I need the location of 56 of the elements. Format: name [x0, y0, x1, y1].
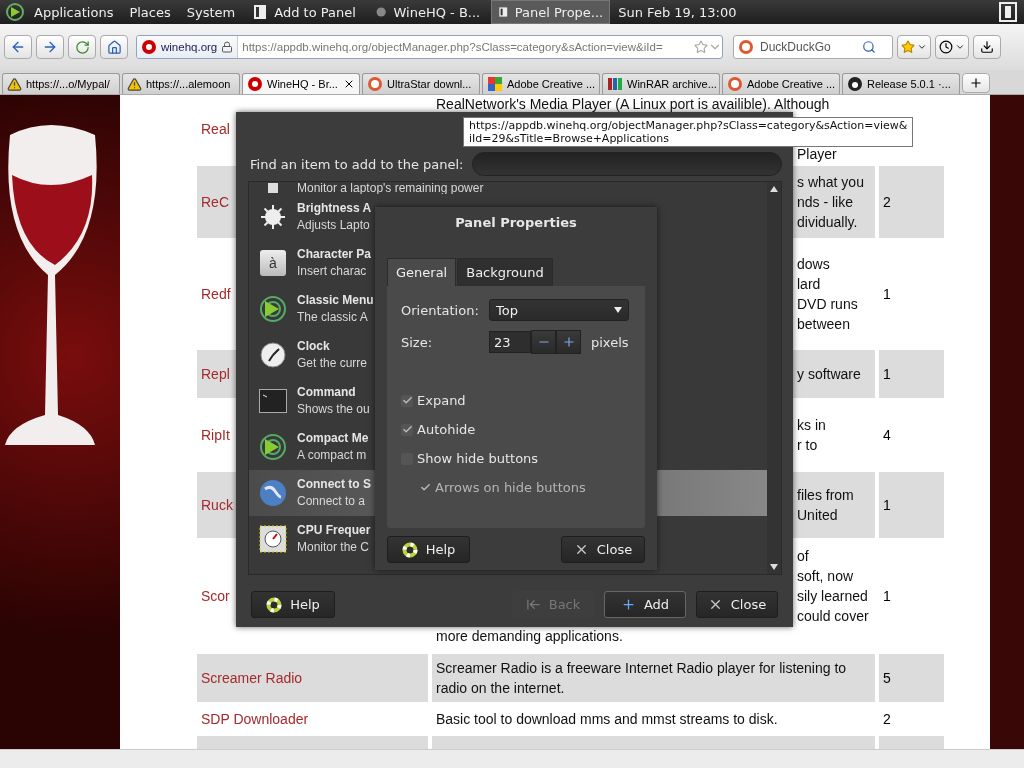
count-text: 4 [883, 427, 891, 443]
description-text: dows [797, 255, 830, 274]
description-text: s what you [797, 173, 864, 192]
description-text: dividually. [797, 213, 858, 232]
description-text: Basic tool to download mms and mmst streams to disk. [436, 710, 778, 729]
item-description: Adjusts Lapto [297, 217, 370, 234]
item-description: Get the curre [297, 355, 368, 372]
description-text: United [797, 506, 838, 525]
item-description: A compact m [297, 447, 367, 464]
description-text: sily learned [797, 587, 868, 606]
description-text: ks in [797, 416, 826, 435]
description-text: lard [797, 275, 821, 294]
description-text: DVD runs [797, 295, 858, 314]
count-text: 1 [883, 286, 891, 302]
description-text: RealNetwork's Media Player (A Linux port is availible). Although [436, 95, 830, 114]
item-name: Command [297, 384, 356, 401]
item-description: The classic A [297, 309, 368, 326]
window-title: Panel Properties [454, 214, 578, 232]
description-text: of [797, 547, 809, 566]
item-name: Classic Menu [297, 292, 374, 309]
key-icon: à [260, 250, 286, 276]
description-text: y software [797, 365, 861, 384]
item-description: Shows the ou [297, 401, 370, 418]
orientation-label: Orientation: [401, 302, 480, 318]
url-tooltip: https://appdb.winehq.org/objectManager.php?sClass=category&sAction=view& iId=29&sTitle=Browse+Applications [463, 117, 914, 147]
item-name: Clock [297, 338, 330, 355]
item-description: Monitor the C [297, 539, 370, 556]
count-text: 1 [883, 497, 891, 513]
item-name: CPU Frequer [297, 522, 371, 539]
find-label: Find an item to add to the panel: [250, 156, 464, 172]
description-text: soft, now [797, 567, 854, 586]
count-text: 2 [883, 194, 891, 210]
item-name: Connect to S [297, 476, 371, 493]
item-name: Brightness A [297, 200, 372, 217]
item-name: Compact Me [297, 430, 369, 447]
description-text: could cover [797, 607, 869, 626]
size-label: Size: [401, 334, 434, 350]
description-text: Player [797, 145, 837, 164]
description-text: files from [797, 486, 854, 505]
unit-label: pixels [591, 334, 629, 350]
count-text: 2 [883, 711, 891, 727]
url-text: https://appdb.winehq.org/objectManager.php?sClass=category&sAction=view&iId= [241, 41, 663, 53]
site-name: winehq.org [161, 41, 218, 53]
description-text: r to [797, 436, 818, 455]
item-description: Monitor a laptop's remaining power [297, 182, 484, 194]
count-text: 5 [883, 670, 891, 686]
item-description: Connect to a [297, 493, 366, 510]
count-text: 1 [883, 588, 891, 604]
count-text: 1 [883, 366, 891, 382]
description-text: Screamer Radio is a freeware Internet Radio player for listening to [436, 659, 847, 678]
description-text: radio on the internet. [436, 679, 565, 698]
item-name: Character Pa [297, 246, 372, 263]
item-description: Insert charac [297, 263, 367, 280]
description-text: more demanding applications. [436, 627, 623, 646]
description-text: nds - like [797, 193, 854, 212]
description-text: between [797, 315, 850, 334]
